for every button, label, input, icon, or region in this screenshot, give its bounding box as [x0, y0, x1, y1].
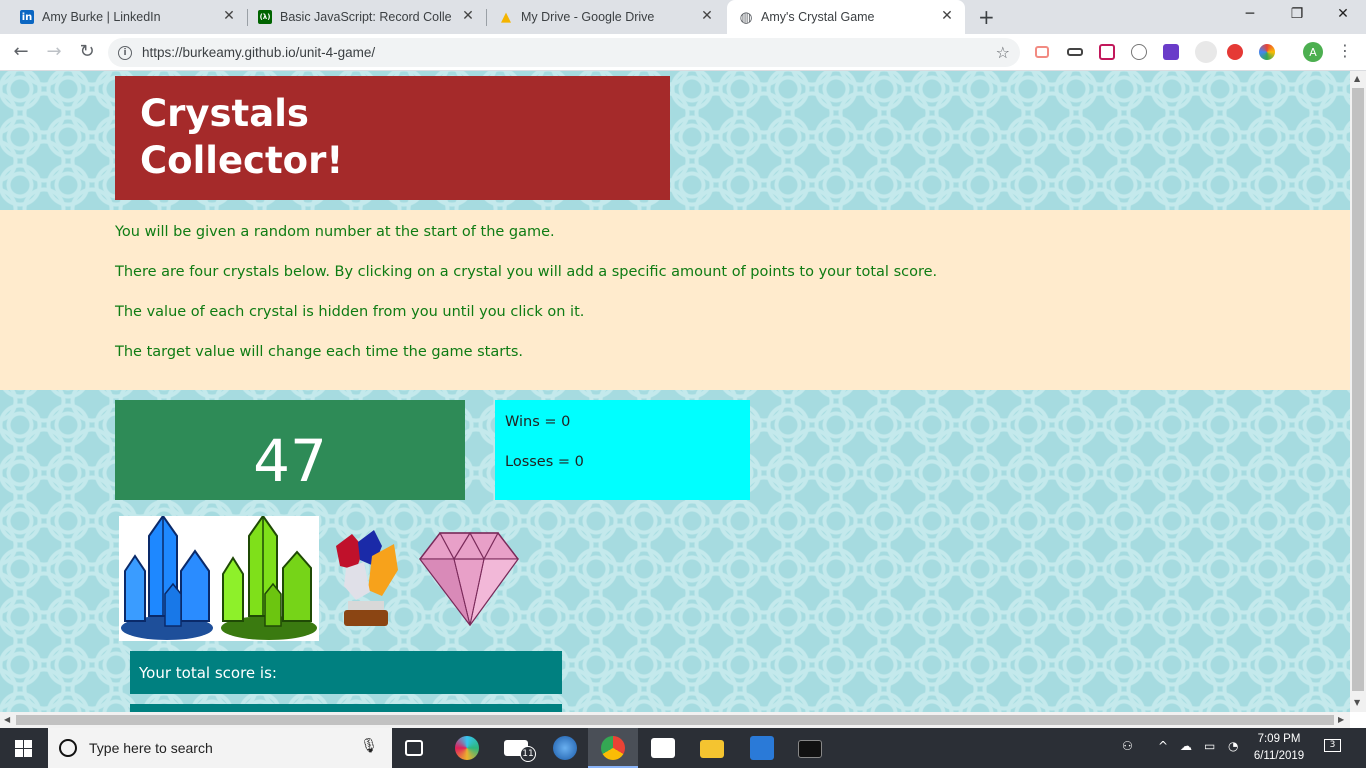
scroll-up-icon[interactable]: ▲ [1354, 74, 1360, 83]
chrome-taskbar-item[interactable] [588, 728, 638, 768]
horizontal-scroll-thumb[interactable] [16, 715, 1334, 725]
tab-title: Amy Burke | LinkedIn [42, 10, 161, 24]
terminal-icon[interactable] [798, 740, 822, 758]
instruction-line: There are four crystals below. By clicki… [115, 264, 938, 280]
checkmark-extension-icon[interactable] [1163, 44, 1179, 60]
clock-time: 7:09 PM [1257, 733, 1301, 745]
instructions-panel: You will be given a random number at the… [0, 210, 1350, 390]
total-score-label: Your total score is: [130, 651, 562, 694]
tab-google-drive[interactable]: ▲ My Drive - Google Drive ✕ [487, 0, 725, 34]
globe-app-icon[interactable] [553, 736, 577, 760]
wins-counter: Wins = 0 [505, 414, 571, 430]
store-icon[interactable] [651, 738, 675, 758]
total-score-value [130, 704, 562, 712]
file-explorer-icon[interactable] [700, 740, 724, 758]
green-crystal[interactable] [219, 516, 319, 641]
vertical-scroll-thumb[interactable] [1352, 88, 1364, 691]
instruction-line: The value of each crystal is hidden from… [115, 304, 585, 320]
tab-title: Amy's Crystal Game [761, 10, 875, 24]
linkedin-icon: in [20, 10, 34, 24]
slack-icon[interactable] [455, 736, 479, 760]
clock-date: 6/11/2019 [1253, 750, 1305, 762]
tab-title: My Drive - Google Drive [521, 10, 655, 24]
browser-toolbar: ← → ↻ i https://burkeamy.github.io/unit-… [0, 34, 1366, 71]
scroll-right-icon[interactable]: ▶ [1338, 715, 1344, 724]
globe-icon: ◍ [739, 8, 753, 26]
windows-taskbar: Type here to search 🎙 11 ⚇ ^ ☁ ▭ ◔ 7:09 … [0, 728, 1366, 768]
close-tab-icon[interactable]: ✕ [699, 8, 715, 24]
close-tab-icon[interactable]: ✕ [460, 8, 476, 24]
tab-strip: in Amy Burke | LinkedIn ✕ (λ) Basic Java… [0, 0, 1366, 34]
extension-icon-6[interactable] [1195, 41, 1217, 63]
tab-freecodecamp[interactable]: (λ) Basic JavaScript: Record Collectio ✕ [248, 0, 487, 34]
extension-icon-8[interactable] [1259, 44, 1275, 60]
close-tab-icon[interactable]: ✕ [939, 8, 955, 24]
scroll-left-icon[interactable]: ◀ [4, 715, 10, 724]
vertical-scrollbar[interactable]: ▲ ▼ [1350, 71, 1366, 712]
freecodecamp-icon: (λ) [258, 10, 272, 24]
extension-icon-4[interactable] [1131, 44, 1147, 60]
blue-crystal[interactable] [119, 516, 219, 641]
address-bar[interactable]: i https://burkeamy.github.io/unit-4-game… [108, 38, 1020, 67]
info-icon[interactable]: i [118, 45, 132, 60]
show-hidden-icons[interactable]: ^ [1158, 739, 1168, 753]
mail-badge: 11 [520, 746, 536, 762]
instruction-line: The target value will change each time t… [115, 344, 524, 360]
battery-icon[interactable]: ▭ [1204, 739, 1215, 753]
action-center-icon[interactable]: 3 [1324, 739, 1341, 752]
menu-icon[interactable]: ⋮ [1334, 41, 1356, 60]
tab-title: Basic JavaScript: Record Collectio [280, 10, 452, 24]
title-banner: Crystals Collector! [115, 76, 670, 200]
google-drive-icon: ▲ [501, 9, 511, 25]
vscode-icon[interactable] [750, 736, 774, 760]
extension-icon-2[interactable] [1067, 48, 1083, 56]
wifi-icon[interactable]: ◔ [1228, 739, 1238, 753]
extension-icon-1[interactable] [1035, 46, 1049, 58]
losses-counter: Losses = 0 [505, 454, 584, 470]
onedrive-icon[interactable]: ☁ [1180, 739, 1192, 753]
search-placeholder: Type here to search [89, 740, 213, 756]
tab-crystal-game[interactable]: ◍ Amy's Crystal Game ✕ [727, 0, 965, 34]
microphone-icon[interactable]: 🎙 [360, 738, 378, 754]
profile-avatar[interactable]: A [1303, 42, 1323, 62]
page-content: Crystals Collector! You will be given a … [0, 71, 1350, 712]
instruction-line: You will be given a random number at the… [115, 224, 555, 240]
url-text[interactable]: https://burkeamy.github.io/unit-4-game/ [142, 45, 375, 60]
page-title: Crystals Collector! [140, 92, 344, 182]
chrome-icon [601, 736, 625, 760]
bookmark-star-icon[interactable]: ☆ [996, 43, 1010, 62]
forward-icon[interactable]: → [43, 41, 65, 62]
pink-diamond[interactable] [418, 529, 520, 627]
cortana-icon [59, 739, 77, 757]
tab-linkedin[interactable]: in Amy Burke | LinkedIn ✕ [0, 0, 248, 34]
new-tab-button[interactable]: + [978, 5, 998, 29]
close-window-button[interactable]: ✕ [1333, 6, 1353, 22]
back-icon[interactable]: ← [10, 41, 32, 62]
scroll-down-icon[interactable]: ▼ [1354, 698, 1360, 707]
minimize-button[interactable]: ─ [1240, 6, 1260, 22]
task-view-icon[interactable] [405, 740, 423, 756]
extension-icon-7[interactable] [1227, 44, 1243, 60]
target-number: 47 [115, 400, 465, 500]
maximize-button[interactable]: ❐ [1287, 6, 1307, 22]
windows-start-icon[interactable] [15, 740, 32, 757]
close-tab-icon[interactable]: ✕ [221, 8, 237, 24]
taskbar-search-box[interactable]: Type here to search 🎙 [48, 728, 392, 768]
people-icon[interactable]: ⚇ [1122, 739, 1133, 753]
win-loss-panel: Wins = 0 Losses = 0 [495, 400, 750, 500]
trophy-crystal[interactable] [328, 526, 403, 631]
reload-icon[interactable]: ↻ [76, 41, 98, 62]
horizontal-scrollbar[interactable]: ◀ ▶ [0, 712, 1350, 728]
taskbar-clock[interactable]: 7:09 PM 6/11/2019 [1252, 731, 1306, 765]
pocket-extension-icon[interactable] [1099, 44, 1115, 60]
